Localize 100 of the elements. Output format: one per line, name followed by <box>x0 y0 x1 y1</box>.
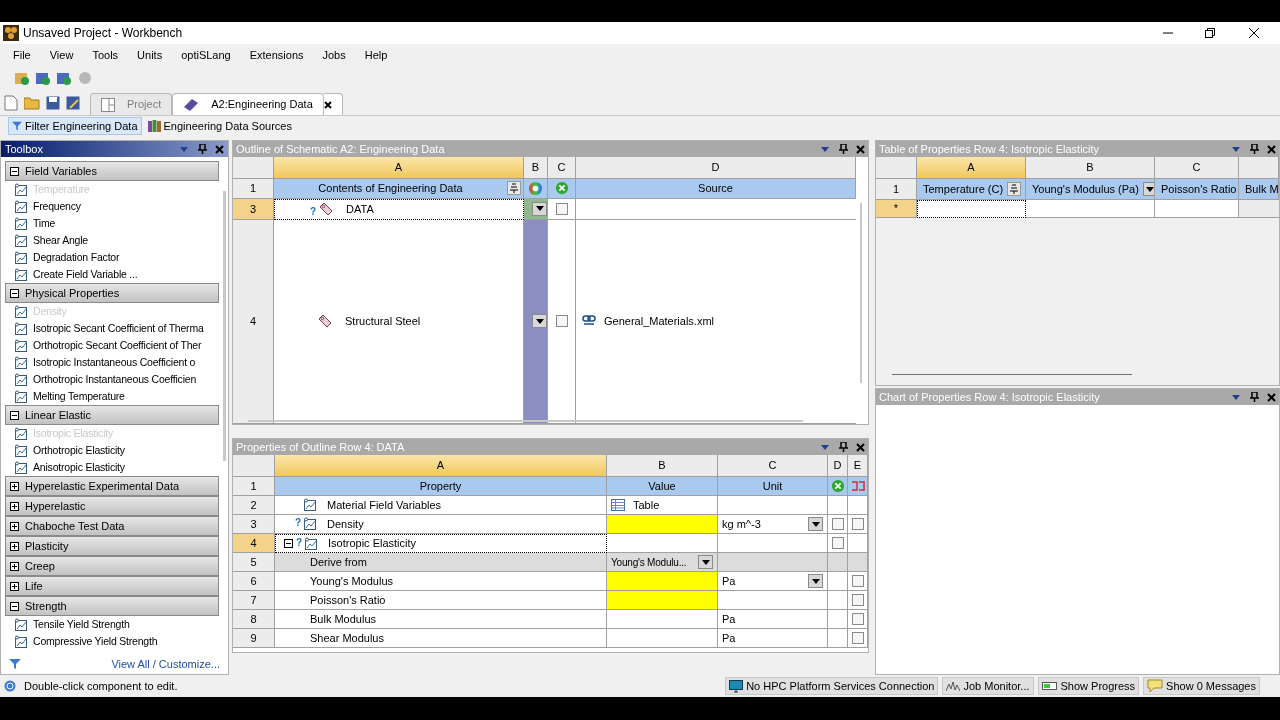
scrollbar[interactable] <box>892 374 1132 375</box>
toolbox-item[interactable]: Frequency <box>33 198 81 215</box>
group-header[interactable]: Hyperelastic <box>5 496 219 516</box>
dropdown-value[interactable]: Young's Modulu... <box>611 554 687 570</box>
expand-icon[interactable] <box>10 521 19 531</box>
toolbox-item[interactable]: Melting Temperature <box>33 388 125 405</box>
expand-icon[interactable] <box>10 561 19 571</box>
required-value-cell[interactable] <box>607 572 718 591</box>
scrollbar[interactable] <box>860 203 862 383</box>
menu-item[interactable]: View <box>49 46 74 64</box>
project-icon[interactable] <box>56 70 72 86</box>
group-header[interactable]: Linear Elastic <box>5 405 219 425</box>
close-icon[interactable] <box>856 442 865 452</box>
expand-icon[interactable] <box>10 541 19 551</box>
pin-icon[interactable] <box>839 442 848 452</box>
group-header[interactable]: Hyperelastic Experimental Data <box>5 476 219 496</box>
folder-open-icon[interactable] <box>24 96 40 110</box>
new-file-icon[interactable] <box>4 95 18 111</box>
dropdown-icon[interactable] <box>1232 394 1240 400</box>
menu-item[interactable]: Tools <box>92 46 119 64</box>
collapse-icon[interactable] <box>10 410 19 420</box>
pin-icon[interactable] <box>839 144 848 154</box>
toolbox-item[interactable]: Isotropic Secant Coefficient of Therma <box>33 320 204 337</box>
checkbox[interactable] <box>831 537 844 549</box>
input-field[interactable] <box>917 200 1026 218</box>
status-button[interactable]: Show Progress <box>1037 677 1140 695</box>
scrollbar[interactable] <box>223 191 226 461</box>
pin-icon[interactable] <box>1250 144 1259 154</box>
close-tab-button[interactable] <box>323 93 343 115</box>
status-button[interactable]: Show 0 Messages <box>1143 677 1260 695</box>
checkbox[interactable] <box>555 202 568 215</box>
dropdown-button[interactable] <box>1142 182 1154 196</box>
project-icon[interactable] <box>14 70 30 86</box>
close-icon[interactable] <box>215 144 224 154</box>
group-header[interactable]: Physical Properties <box>5 283 219 303</box>
menu-item[interactable]: File <box>13 46 31 64</box>
dropdown-icon[interactable] <box>1232 146 1240 152</box>
toolbox-item[interactable]: Orthotropic Secant Coefficient of Ther <box>33 337 202 354</box>
checkbox[interactable] <box>851 594 864 606</box>
collapse-icon[interactable] <box>10 166 19 176</box>
toolbox-item[interactable]: Degradation Factor <box>33 249 120 266</box>
sort-icon[interactable] <box>1007 182 1022 196</box>
status-button[interactable]: No HPC Platform Services Connection <box>725 677 939 695</box>
expand-icon[interactable] <box>10 501 19 511</box>
checkbox[interactable] <box>831 518 844 530</box>
toolbox-item[interactable]: Tensile Yield Strength <box>33 616 130 633</box>
group-header[interactable]: Chaboche Test Data <box>5 516 219 536</box>
collapse-icon[interactable] <box>10 601 19 611</box>
checkbox[interactable] <box>555 315 568 328</box>
pin-icon[interactable] <box>1250 392 1259 402</box>
close-icon[interactable] <box>1249 28 1259 38</box>
pin-icon[interactable] <box>198 144 207 154</box>
checkbox[interactable] <box>851 518 864 530</box>
save-as-icon[interactable] <box>66 96 80 110</box>
scrollbar[interactable] <box>248 420 803 422</box>
menu-item[interactable]: Help <box>364 46 388 64</box>
dropdown-icon[interactable] <box>180 146 188 152</box>
toolbox-item[interactable]: Orthotropic Elasticity <box>33 442 125 459</box>
menu-item[interactable]: Extensions <box>249 46 304 64</box>
menu-item[interactable]: Jobs <box>322 46 346 64</box>
checkbox[interactable] <box>851 613 864 625</box>
close-icon[interactable] <box>1267 392 1276 402</box>
dropdown-icon[interactable] <box>821 146 829 152</box>
toolbox-item[interactable]: Isotropic Instantaneous Coefficient o <box>33 354 196 371</box>
expand-icon[interactable] <box>10 581 19 591</box>
toolbar-button[interactable]: Filter Engineering Data <box>8 117 142 135</box>
required-value-cell[interactable] <box>607 515 718 534</box>
close-icon[interactable] <box>856 144 865 154</box>
group-header[interactable]: Life <box>5 576 219 596</box>
status-button[interactable]: Job Monitor... <box>942 677 1034 695</box>
view-all-link[interactable]: View All / Customize... <box>111 655 220 673</box>
group-header[interactable]: Strength <box>5 596 219 616</box>
close-icon[interactable] <box>1267 144 1276 154</box>
close-icon[interactable] <box>323 100 332 109</box>
dropdown-button[interactable] <box>532 314 547 329</box>
material-name[interactable]: DATA <box>346 201 374 218</box>
expand-icon[interactable] <box>10 481 19 491</box>
checkbox[interactable] <box>851 575 864 587</box>
sort-icon[interactable] <box>507 181 521 196</box>
group-header[interactable]: Plasticity <box>5 536 219 556</box>
material-name[interactable]: Structural Steel <box>345 313 421 330</box>
dropdown-button[interactable] <box>698 555 713 569</box>
toolbox-item[interactable]: Create Field Variable ... <box>33 266 138 283</box>
save-icon[interactable] <box>46 96 60 110</box>
collapse-icon[interactable] <box>10 288 19 298</box>
toolbox-item[interactable]: Anisotropic Elasticity <box>33 459 125 476</box>
restore-icon[interactable] <box>1205 28 1215 38</box>
menu-item[interactable]: optiSLang <box>181 46 231 64</box>
collapse-icon[interactable] <box>284 539 293 548</box>
dropdown-button[interactable] <box>808 574 823 588</box>
checkbox[interactable] <box>851 632 864 644</box>
dropdown-button[interactable] <box>808 517 823 531</box>
required-value-cell[interactable] <box>607 591 718 610</box>
filter-icon[interactable] <box>9 658 21 670</box>
tab[interactable]: A2:Engineering Data <box>172 93 324 115</box>
project-icon[interactable] <box>35 70 51 86</box>
toolbox-item[interactable]: Compressive Yield Strength <box>33 633 158 650</box>
group-header[interactable]: Creep <box>5 556 219 576</box>
menu-item[interactable]: Units <box>137 46 163 64</box>
toolbox-item[interactable]: Orthotropic Instantaneous Coefficien <box>33 371 197 388</box>
